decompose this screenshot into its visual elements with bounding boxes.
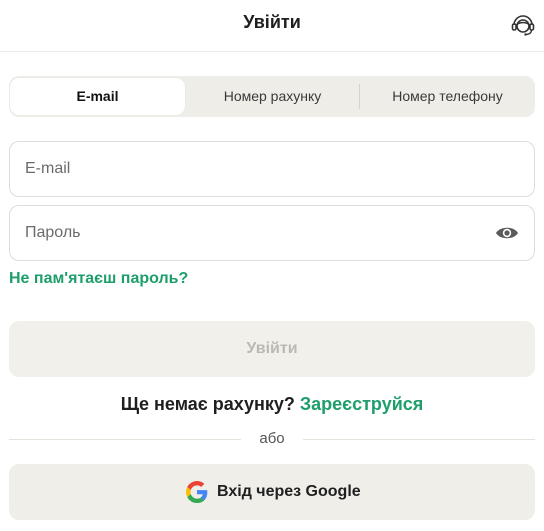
tab-phone-number[interactable]: Номер телефону [360, 76, 535, 117]
google-login-label: Вхід через Google [217, 483, 361, 500]
signup-prompt: Ще немає рахунку? [120, 394, 295, 414]
google-icon [186, 481, 208, 503]
signup-link[interactable]: Зареєструйся [300, 394, 423, 414]
divider-line-right [303, 439, 535, 440]
tab-email[interactable]: E-mail [10, 78, 185, 115]
signup-row: Ще немає рахунку? Зареєструйся [0, 394, 544, 415]
password-field[interactable] [25, 206, 485, 260]
login-method-tabs: E-mail Номер рахунку Номер телефону [9, 76, 535, 117]
page-title: Увійти [243, 12, 301, 32]
password-field-wrapper [9, 205, 535, 261]
header: Увійти [0, 0, 544, 52]
email-field[interactable] [25, 142, 485, 196]
email-field-wrapper [9, 141, 535, 197]
support-headset-icon[interactable] [510, 12, 536, 38]
tab-account-number[interactable]: Номер рахунку [185, 76, 360, 117]
google-login-button[interactable]: Вхід через Google [9, 464, 535, 520]
or-divider: або [9, 430, 535, 448]
eye-icon[interactable] [494, 222, 520, 244]
login-button[interactable]: Увійти [9, 321, 535, 377]
forgot-password-link[interactable]: Не пам'ятаєш пароль? [9, 270, 188, 288]
